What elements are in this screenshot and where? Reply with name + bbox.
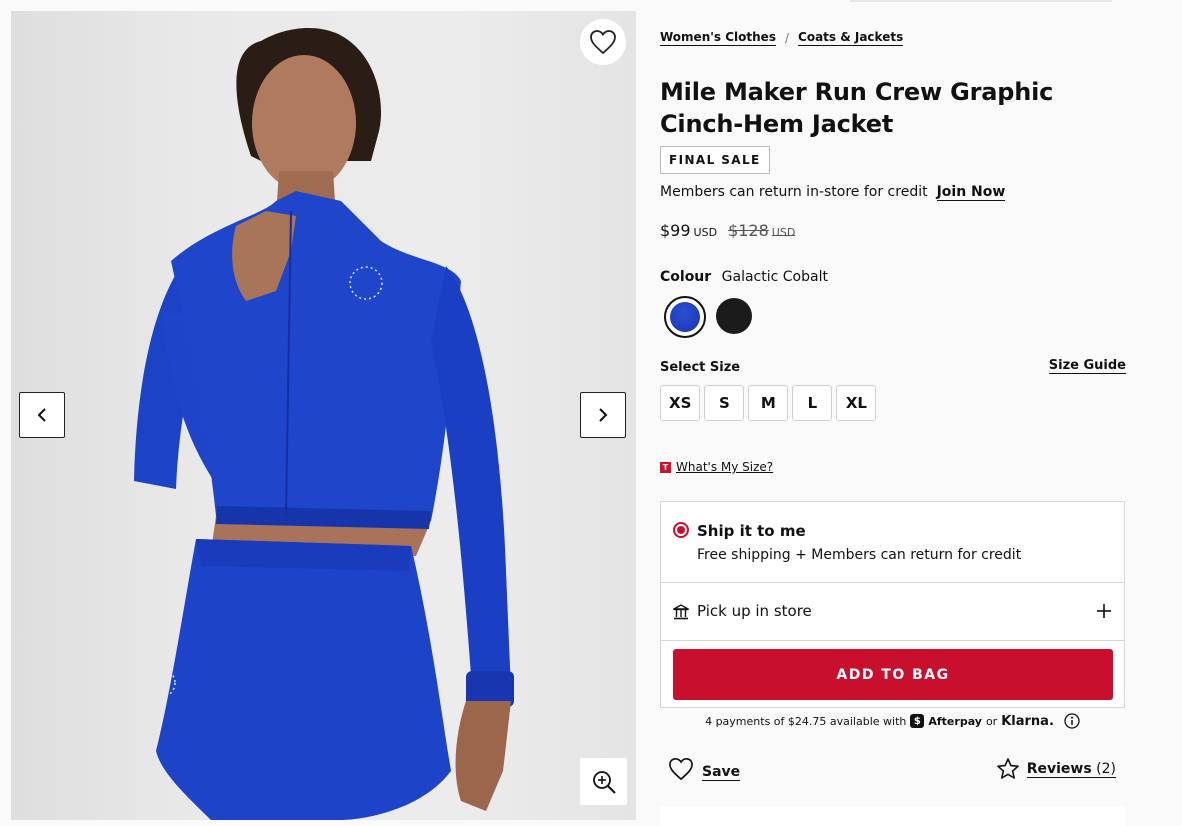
member-note: Members can return in-store for credit J… xyxy=(660,184,1006,201)
swatch-galactic-cobalt[interactable] xyxy=(664,296,706,338)
reviews-label: Reviews (2) xyxy=(1026,760,1116,778)
pickup-label: Pick up in store xyxy=(697,602,812,620)
afterpay-label: Afterpay xyxy=(928,714,982,728)
ship-radio-icon[interactable] xyxy=(673,522,689,538)
truefit-logo-icon: T xyxy=(660,461,671,473)
info-icon[interactable] xyxy=(1064,713,1080,729)
chevron-left-icon xyxy=(37,408,46,422)
ship-title: Ship it to me xyxy=(697,522,806,540)
breadcrumb: Women's Clothes / Coats & Jackets xyxy=(660,30,904,46)
chevron-right-icon xyxy=(599,408,608,422)
original-price-value: $128 xyxy=(728,221,769,240)
product-details: Women's Clothes / Coats & Jackets Mile M… xyxy=(660,0,1126,826)
product-gallery xyxy=(11,11,636,820)
add-to-bag-button[interactable]: ADD TO BAG xyxy=(673,649,1113,700)
breadcrumb-separator: / xyxy=(784,31,790,45)
wishlist-button[interactable] xyxy=(580,19,626,65)
installments-text: 4 payments of $24.75 available with xyxy=(705,714,907,728)
heart-icon xyxy=(590,30,616,55)
size-xl[interactable]: XL xyxy=(836,385,877,421)
save-button[interactable]: Save xyxy=(668,757,741,781)
reviews-count: (2) xyxy=(1096,760,1116,777)
installments-or: or xyxy=(985,714,998,728)
zoom-in-icon xyxy=(592,770,616,794)
whats-my-size-link[interactable]: What's My Size? xyxy=(676,460,773,474)
sale-currency: USD xyxy=(693,226,718,239)
heart-icon xyxy=(669,758,693,781)
size-xs[interactable]: XS xyxy=(660,385,701,421)
sale-price: $99 xyxy=(660,221,691,240)
size-s[interactable]: S xyxy=(704,385,745,421)
plus-icon[interactable] xyxy=(1096,603,1112,619)
ship-subtitle: Free shipping + Members can return for c… xyxy=(697,547,1022,563)
store-icon xyxy=(673,604,689,620)
size-m[interactable]: M xyxy=(748,385,789,421)
pickup-option[interactable]: Pick up in store xyxy=(661,583,1124,641)
breadcrumb-womens-clothes[interactable]: Women's Clothes xyxy=(660,30,776,46)
fulfillment-options: Ship it to me Free shipping + Members ca… xyxy=(660,501,1125,708)
swatch-black[interactable] xyxy=(716,298,752,334)
selected-colour: Galactic Cobalt xyxy=(721,269,828,285)
installments-note: 4 payments of $24.75 available with $ Af… xyxy=(660,713,1125,729)
member-note-text: Members can return in-store for credit xyxy=(660,184,928,200)
original-price: $128 USD xyxy=(728,221,795,240)
size-l[interactable]: L xyxy=(792,385,833,421)
ship-option[interactable]: Ship it to me Free shipping + Members ca… xyxy=(661,502,1124,583)
size-label: Select Size xyxy=(660,360,741,375)
final-sale-badge: FINAL SALE xyxy=(660,146,770,174)
zoom-button[interactable] xyxy=(580,758,627,805)
join-now-link[interactable]: Join Now xyxy=(936,184,1006,201)
size-options: XS S M L XL xyxy=(660,385,877,421)
star-icon xyxy=(996,758,1019,779)
breadcrumb-coats-jackets[interactable]: Coats & Jackets xyxy=(798,30,904,46)
previous-image-button[interactable] xyxy=(19,392,65,438)
next-image-button[interactable] xyxy=(580,392,626,438)
afterpay-icon: $ xyxy=(910,714,925,728)
reviews-link[interactable]: Reviews (2) xyxy=(996,757,1116,781)
product-photo xyxy=(134,27,514,820)
product-title: Mile Maker Run Crew Graphic Cinch-Hem Ja… xyxy=(660,78,1054,138)
afterpay-logo: $ Afterpay xyxy=(910,714,982,728)
price: $99 USD $128 USD xyxy=(660,221,795,240)
colour-label: Colour xyxy=(660,269,712,285)
size-guide-link[interactable]: Size Guide xyxy=(1048,358,1126,374)
save-label: Save xyxy=(702,763,741,781)
reviews-text: Reviews xyxy=(1026,760,1092,777)
whats-my-size: T What's My Size? xyxy=(660,460,773,474)
colour-selector-label: Colour Galactic Cobalt xyxy=(660,269,828,285)
original-currency: USD xyxy=(771,226,796,239)
klarna-logo: Klarna. xyxy=(1001,713,1054,729)
next-section-card xyxy=(660,806,1125,826)
